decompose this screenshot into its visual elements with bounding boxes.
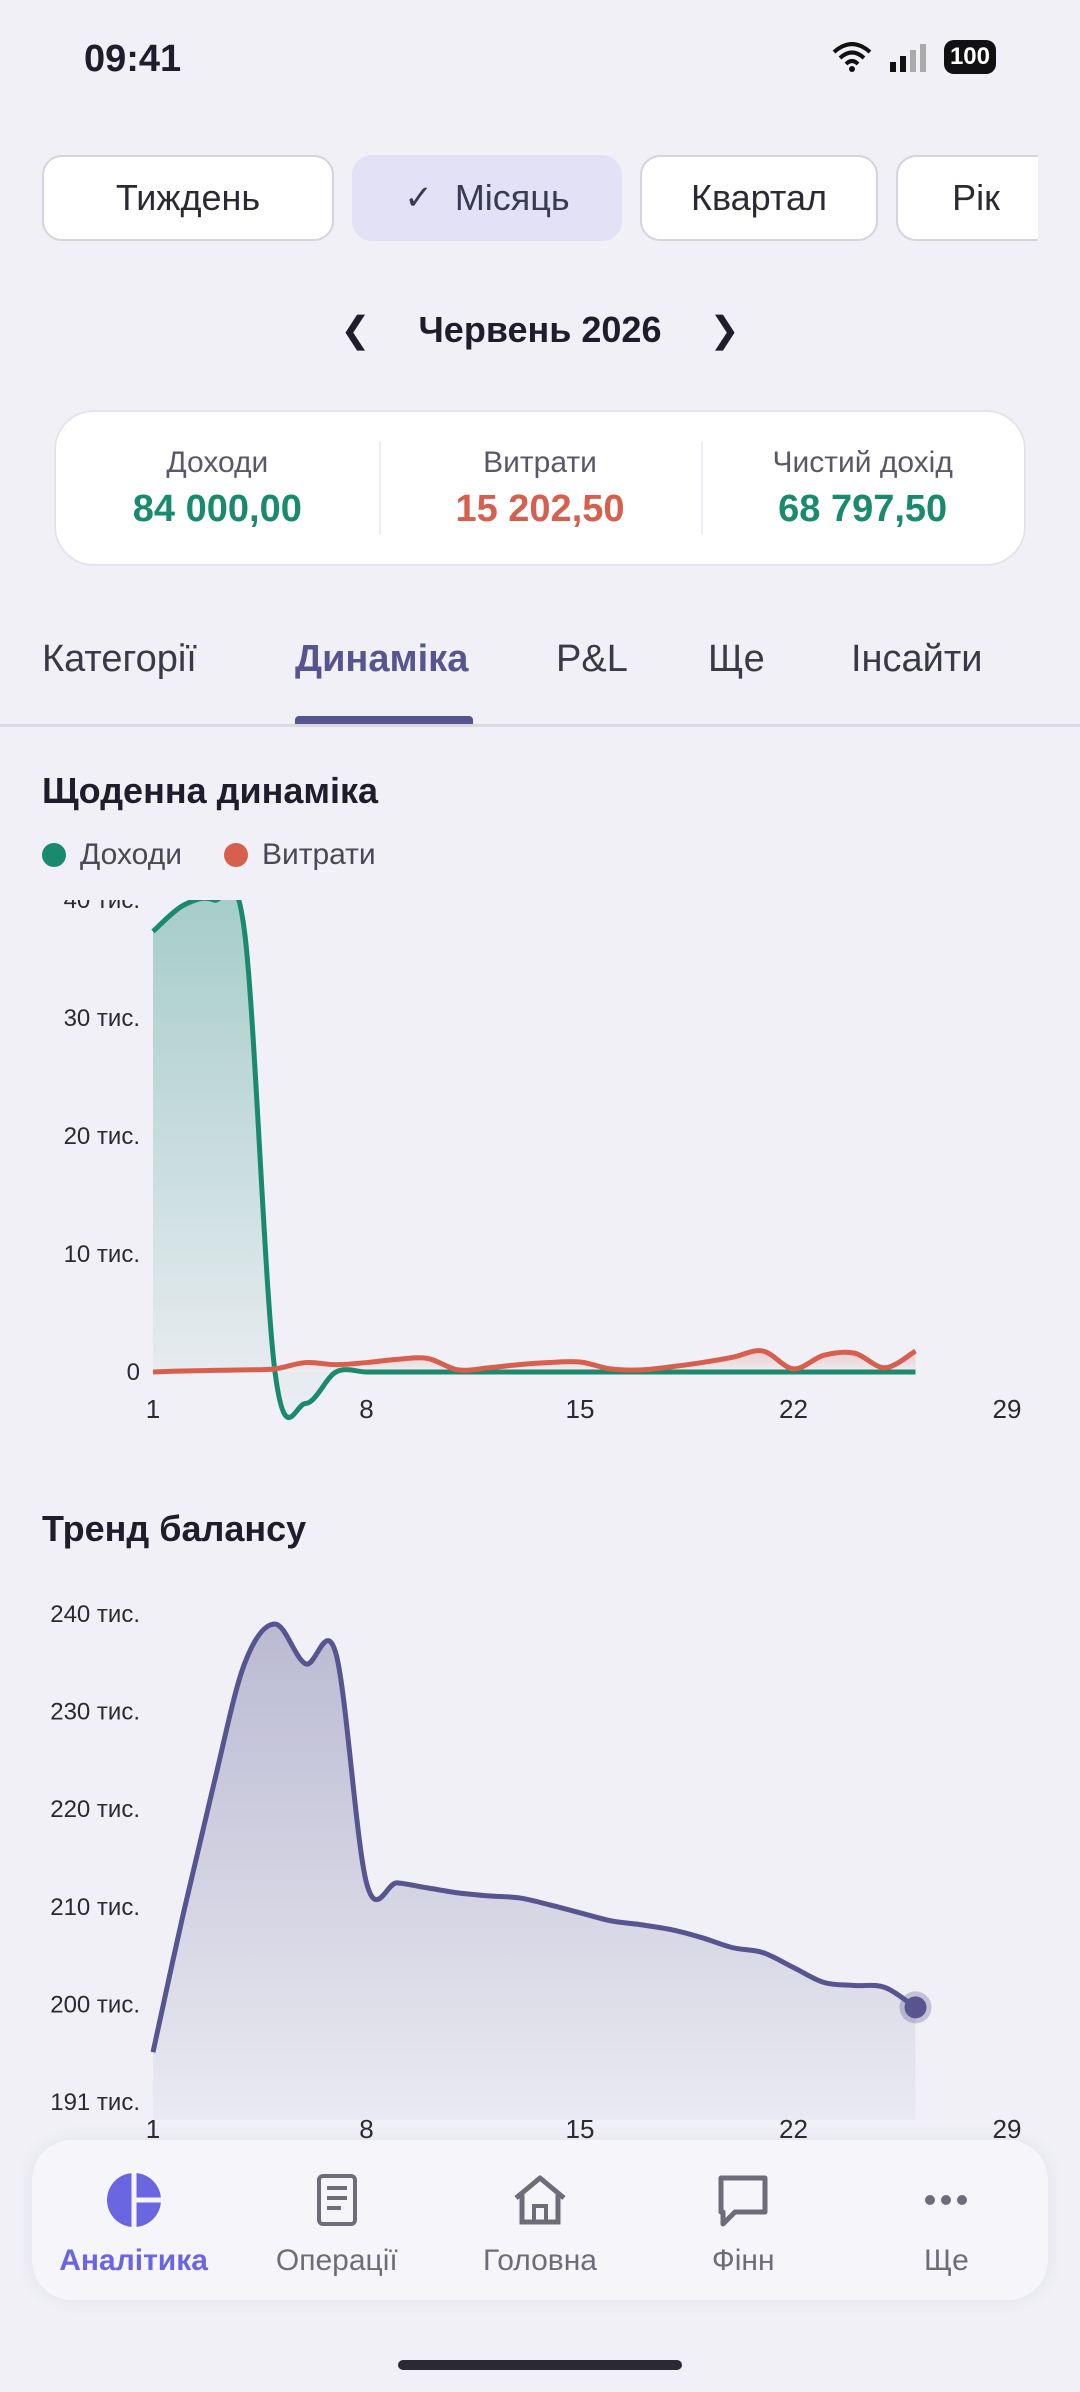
last-point-marker[interactable]: [904, 1996, 927, 2019]
period-selector: Тиждень ✓ Місяць Квартал Рік: [42, 155, 1038, 247]
y-tick-label: 230 тис.: [50, 1699, 140, 1726]
nav-label: Операції: [275, 2244, 398, 2277]
tab-insights[interactable]: Інсайти: [851, 638, 983, 681]
chevron-right-icon[interactable]: ❯: [709, 309, 739, 351]
legend-expenses[interactable]: Витрати: [223, 838, 376, 872]
status-time: 09:41: [84, 38, 182, 80]
summary-expenses: Витрати 15 202,50: [378, 412, 702, 564]
y-tick-label: 210 тис.: [50, 1894, 140, 1921]
legend-dot: [42, 843, 66, 867]
period-chip-week[interactable]: Тиждень: [42, 155, 334, 241]
summary-title: Витрати: [483, 445, 597, 479]
legend-dot: [223, 843, 248, 867]
nav-home[interactable]: Головна: [438, 2140, 641, 2300]
chat-icon: [718, 2175, 768, 2227]
y-tick-label: 191 тис.: [50, 2089, 140, 2116]
period-label: Квартал: [690, 177, 828, 218]
wifi-icon: [832, 42, 872, 72]
legend-label: Витрати: [261, 838, 376, 871]
summary-net: Чистий дохід 68 797,50: [701, 412, 1024, 564]
tab-more[interactable]: Ще: [708, 638, 765, 681]
summary-income: Доходи 84 000,00: [56, 412, 379, 564]
battery-icon: 100: [943, 40, 996, 74]
daily-section-title: Щоденна динаміка: [42, 770, 379, 811]
nav-more[interactable]: Ще: [845, 2140, 1048, 2300]
nav-label: Аналітика: [59, 2244, 208, 2277]
nav-label: Фінн: [711, 2244, 775, 2277]
x-tick-label: 1: [146, 1394, 160, 1424]
chart-legend: Доходи Витрати: [42, 838, 376, 872]
balance-section-title: Тренд балансу: [42, 1508, 307, 1549]
x-tick-label: 22: [779, 1394, 808, 1424]
tab-indicator: [295, 716, 473, 724]
nav-finn[interactable]: Фінн: [642, 2140, 845, 2300]
month-label: Червень 2026: [418, 309, 662, 350]
period-label: Рік: [952, 177, 1000, 218]
period-label: Місяць: [454, 177, 570, 218]
status-bar: 09:41 100: [0, 0, 1080, 120]
period-chip-quarter[interactable]: Квартал: [640, 155, 878, 241]
y-tick-label: 240 тис.: [50, 1601, 140, 1628]
summary-card: Доходи 84 000,00 Витрати 15 202,50 Чисти…: [54, 410, 1026, 566]
nav-operations[interactable]: Операції: [235, 2140, 438, 2300]
summary-value: 68 797,50: [778, 487, 948, 530]
month-navigator: ❮ Червень 2026 ❯: [0, 300, 1080, 360]
y-tick-label: 0: [127, 1359, 140, 1386]
period-chip-year[interactable]: Рік: [896, 155, 1038, 241]
bottom-navigation: Аналітика Операції Головна Фінн Ще: [32, 2140, 1048, 2300]
signal-icon: [889, 44, 926, 72]
y-tick-label: 30 тис.: [64, 1005, 140, 1032]
y-tick-label: 220 тис.: [50, 1796, 140, 1823]
series-area: [153, 1623, 916, 2120]
home-indicator: [398, 2360, 682, 2370]
x-tick-label: 29: [993, 2114, 1022, 2140]
summary-title: Чистий дохід: [772, 445, 953, 479]
chevron-left-icon[interactable]: ❮: [340, 309, 370, 351]
period-chip-month[interactable]: ✓ Місяць: [352, 155, 622, 241]
period-label: Тиждень: [115, 177, 261, 218]
legend-income[interactable]: Доходи: [42, 838, 182, 872]
home-icon: [514, 2175, 566, 2225]
summary-value: 84 000,00: [132, 487, 302, 530]
summary-value: 15 202,50: [455, 487, 625, 530]
y-tick-label: 200 тис.: [50, 1991, 140, 2018]
y-tick-label: 20 тис.: [64, 1123, 140, 1150]
y-tick-label: 10 тис.: [64, 1241, 140, 1268]
check-icon: ✓: [404, 179, 433, 217]
nav-analytics[interactable]: Аналітика: [32, 2140, 235, 2300]
receipt-icon: [316, 2174, 357, 2226]
status-icons: 100: [832, 40, 996, 74]
more-dots-icon: [925, 2195, 968, 2205]
nav-label: Ще: [924, 2244, 969, 2277]
daily-dynamics-chart: 0 10 тис. 20 тис. 30 тис. 40 тис. 1 8 15 22 29: [64, 900, 1022, 1424]
summary-title: Доходи: [166, 445, 269, 479]
tab-pl[interactable]: P&L: [556, 638, 628, 681]
balance-trend-chart: 191 тис. 200 тис. 210 тис. 220 тис. 230 тис.…: [50, 1601, 1022, 2140]
tab-dynamics[interactable]: Динаміка: [295, 638, 468, 681]
series-area: [153, 900, 916, 1418]
nav-label: Головна: [483, 2244, 597, 2277]
x-tick-label: 15: [566, 1394, 595, 1424]
x-tick-label: 29: [993, 1394, 1022, 1424]
tab-categories[interactable]: Категорії: [42, 638, 197, 681]
x-tick-label: 8: [359, 1394, 373, 1424]
pie-chart-icon: [106, 2173, 161, 2227]
analytics-tabs: Категорії Динаміка P&L Ще Інсайти: [0, 620, 1080, 727]
legend-label: Доходи: [80, 838, 182, 871]
y-tick-label: 40 тис.: [64, 900, 140, 914]
